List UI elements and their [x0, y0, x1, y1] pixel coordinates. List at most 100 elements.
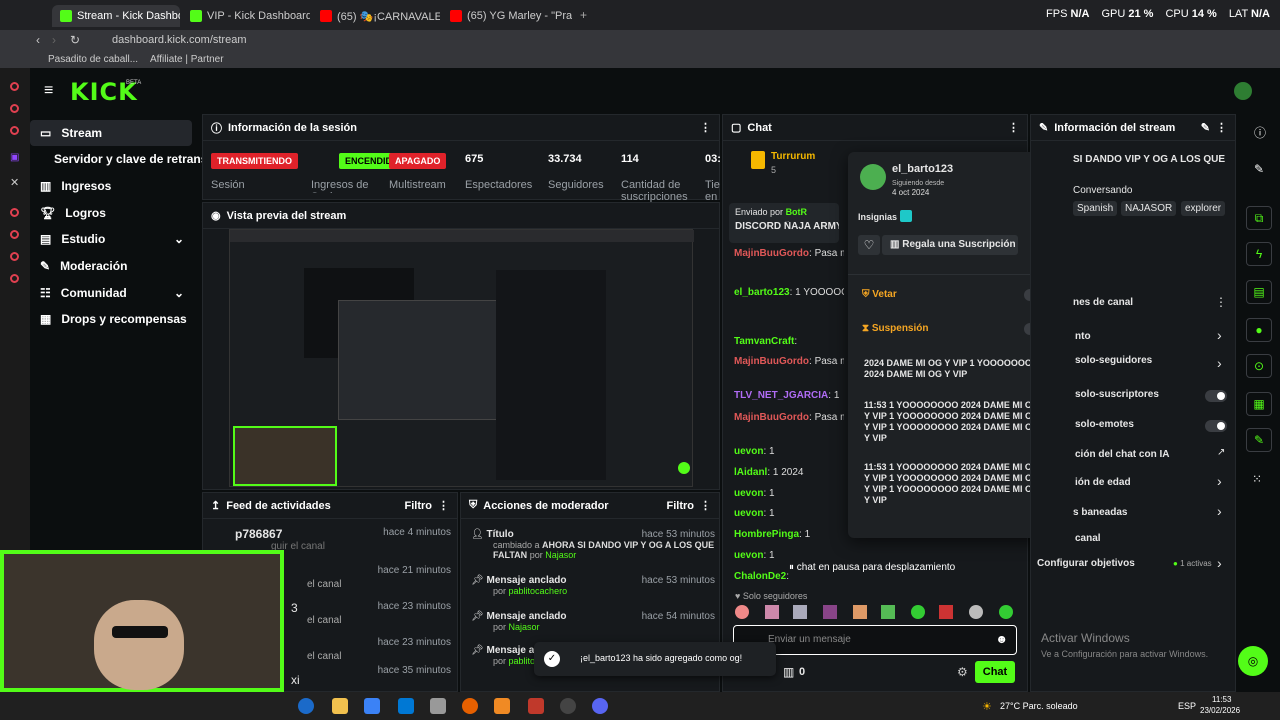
tab-youtube-carnavales[interactable]: (65) 🎭¡CARNAVALES al A [312, 5, 440, 27]
tab-youtube-marley[interactable]: (65) YG Marley - "Pra [442, 5, 572, 27]
emote-icon[interactable] [793, 605, 807, 619]
emote-icon[interactable] [969, 605, 983, 619]
bookmark-item[interactable]: Affiliate | Partner [150, 54, 224, 65]
chevron-right-icon[interactable]: › [1217, 473, 1222, 489]
chat-message[interactable]: MajinBuuGordo: Pasa mi HOLD @Najasor [734, 411, 844, 425]
back-arrow-icon[interactable]: ‹ [36, 33, 40, 47]
chat-username[interactable]: HombrePinga [734, 529, 799, 540]
external-link-icon[interactable]: ↗ [1217, 447, 1225, 458]
chat-username[interactable]: MajinBuuGordo [734, 412, 809, 423]
chat-username[interactable]: uevon [734, 508, 763, 519]
avatar[interactable] [1234, 82, 1252, 100]
chevron-right-icon[interactable]: › [1217, 503, 1222, 519]
chat-message[interactable]: TamvanCraft: [734, 335, 844, 349]
chat-message[interactable]: MajinBuuGordo: Pasa mi HOLD @Najasor [734, 355, 844, 369]
chat-username[interactable]: el_barto123 [734, 287, 790, 298]
store-icon[interactable] [364, 698, 380, 714]
chat-username[interactable]: uevon [734, 488, 763, 499]
gear-icon[interactable]: ⚙ [957, 665, 968, 679]
chat-username[interactable]: ChalonDe2 [734, 571, 786, 582]
emote-icon[interactable] [911, 605, 925, 619]
chevron-right-icon[interactable]: › [1217, 327, 1222, 343]
broadcast-icon[interactable]: ⊙ [1246, 354, 1272, 378]
chat-message[interactable]: uevon: 1 [734, 549, 844, 563]
tab-vip-dashboard[interactable]: VIP - Kick Dashboard [182, 5, 310, 27]
nav-drops[interactable]: ▦ Drops y recompensas [30, 306, 192, 332]
chat-bubble-icon[interactable]: ● [1246, 318, 1272, 342]
top-gifter-name[interactable]: Turrurum [771, 151, 815, 162]
sidebar-app-icon[interactable] [10, 208, 19, 217]
nav-logros[interactable]: 🏆︎ Logros [30, 200, 192, 226]
chat-message[interactable]: HombrePinga: 1 [734, 528, 844, 542]
discord-icon[interactable] [592, 698, 608, 714]
chat-username[interactable]: TamvanCraft [734, 336, 794, 347]
obs-icon[interactable] [560, 698, 576, 714]
chevron-right-icon[interactable]: › [1217, 555, 1222, 571]
emote-icon[interactable] [823, 605, 837, 619]
chat-username[interactable]: uevon [734, 446, 763, 457]
gift-icon[interactable]: ▥ [783, 665, 794, 679]
emote-icon[interactable] [853, 605, 867, 619]
file-explorer-icon[interactable] [332, 698, 348, 714]
clock-date[interactable]: 23/02/2026 [1200, 706, 1240, 715]
send-chat-button[interactable]: Chat [975, 661, 1015, 683]
firefox-icon[interactable] [462, 698, 478, 714]
emotes-only-toggle[interactable] [1205, 420, 1227, 432]
pinned-message[interactable]: Enviado por BotR DISCORD ÑAJA ARMY [729, 203, 839, 243]
twitch-icon[interactable]: ▣ [10, 152, 19, 163]
nav-stream[interactable]: ▭ Stream [30, 120, 192, 146]
feed-filter-button[interactable]: Filtro [405, 500, 433, 512]
chat-message[interactable]: MajinBuuGordo: Pasa mi HOLD @Najasor [734, 247, 844, 261]
settings-row-label[interactable]: ión de edad [1075, 477, 1131, 488]
configure-goals-label[interactable]: Configurar objetivos [1037, 558, 1135, 569]
emote-icon[interactable] [939, 605, 953, 619]
settings-row-label[interactable]: ción del chat con IA [1075, 449, 1169, 460]
sidebar-app-icon[interactable] [10, 82, 19, 91]
emote-icon[interactable] [765, 605, 779, 619]
info-icon[interactable]: ⓘ [1254, 124, 1266, 141]
settings-row-label[interactable]: nto [1075, 331, 1091, 342]
app-icon[interactable] [528, 698, 544, 714]
emoji-icon[interactable]: ☻ [995, 632, 1008, 646]
settings-row-label[interactable]: s baneadas [1073, 507, 1127, 518]
support-chat-button[interactable]: ◎ [1238, 646, 1268, 676]
bookmark-item[interactable]: Pasadito de caball... [48, 54, 138, 65]
hamburger-menu-icon[interactable]: ≡ [44, 82, 53, 100]
outlook-icon[interactable] [398, 698, 414, 714]
more-options-icon[interactable]: ⋮ [1216, 121, 1227, 134]
edit-icon[interactable]: ✎ [1201, 121, 1210, 134]
chat-username[interactable]: MajinBuuGordo [734, 248, 809, 259]
sidebar-app-icon[interactable] [10, 230, 19, 239]
layout-icon[interactable]: ▦ [1246, 392, 1272, 416]
tab-stream-dashboard[interactable]: Stream - Kick Dashboard [52, 5, 180, 27]
subs-only-toggle[interactable] [1205, 390, 1227, 402]
more-options-icon[interactable]: ⋮ [1008, 121, 1019, 134]
reload-icon[interactable]: ↻ [70, 33, 80, 47]
sidebar-app-icon[interactable] [10, 252, 19, 261]
more-options-icon[interactable]: ⋮ [700, 499, 711, 512]
nav-ingresos[interactable]: ▥ Ingresos [30, 173, 192, 199]
drag-handle-icon[interactable]: ⁙ [1252, 472, 1262, 486]
app-icon[interactable] [430, 698, 446, 714]
url-input[interactable]: dashboard.kick.com/stream [112, 34, 247, 46]
forward-arrow-icon[interactable]: › [52, 33, 56, 47]
language-indicator[interactable]: ESP [1178, 701, 1196, 711]
emote-icon[interactable] [881, 605, 895, 619]
follow-heart-button[interactable]: ♡ [858, 235, 880, 255]
document-icon[interactable]: ▤ [1246, 280, 1272, 304]
pencil-icon[interactable]: ✎ [1254, 162, 1264, 176]
lightning-icon[interactable]: ϟ [1246, 242, 1272, 266]
chat-username[interactable]: TLV_NET_JGARCIA [734, 390, 828, 401]
nav-comunidad[interactable]: ☷ Comunidad ⌄ [30, 280, 192, 306]
settings-row-label[interactable]: canal [1075, 533, 1101, 544]
chat-message[interactable]: lAidanl: 1 2024 [734, 466, 844, 480]
nav-estudio[interactable]: ▤ Estudio ⌄ [30, 226, 192, 252]
chat-username[interactable]: uevon [734, 550, 763, 561]
chat-message[interactable]: TLV_NET_JGARCIA: 1 [734, 389, 844, 403]
sidebar-app-icon[interactable] [10, 126, 19, 135]
more-options-icon[interactable]: ⋮ [700, 121, 711, 134]
clock-time[interactable]: 11:53 [1212, 695, 1231, 704]
vlc-icon[interactable] [494, 698, 510, 714]
nav-server-key[interactable]: Servidor y clave de retransm [30, 146, 218, 172]
chat-message[interactable]: ChalonDe2: [734, 570, 844, 584]
